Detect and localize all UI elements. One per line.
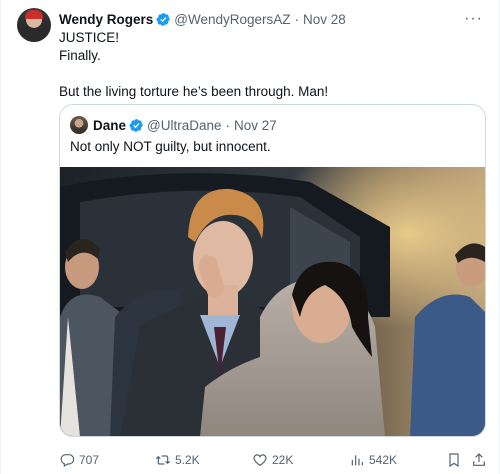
more-options-button[interactable]: ··· bbox=[464, 10, 483, 28]
tweet-header: Wendy Rogers @WendyRogersAZ · Nov 28 ··· bbox=[59, 9, 483, 29]
author-avatar[interactable] bbox=[17, 8, 51, 42]
quoted-author-avatar[interactable] bbox=[70, 116, 88, 134]
reply-button[interactable]: 707 bbox=[59, 452, 99, 468]
verified-badge-icon bbox=[129, 118, 144, 133]
action-bar: 707 5.2K 22K 542K bbox=[59, 450, 487, 470]
like-count: 22K bbox=[272, 453, 294, 467]
avatar-hat bbox=[25, 10, 43, 19]
quoted-tweet-date[interactable]: Nov 27 bbox=[234, 118, 277, 133]
quoted-author-handle[interactable]: @UltraDane bbox=[147, 118, 221, 133]
like-button[interactable]: 22K bbox=[252, 452, 293, 468]
tweet-line: Finally. bbox=[59, 48, 101, 63]
bookmark-button[interactable] bbox=[446, 452, 462, 468]
reply-icon bbox=[60, 454, 75, 468]
tweet-card[interactable]: Wendy Rogers @WendyRogersAZ · Nov 28 ···… bbox=[0, 0, 500, 474]
tweet-date[interactable]: Nov 28 bbox=[303, 12, 346, 27]
quoted-author-name[interactable]: Dane bbox=[93, 118, 126, 133]
author-handle[interactable]: @WendyRogersAZ bbox=[174, 12, 290, 27]
share-button[interactable] bbox=[471, 452, 487, 468]
quoted-tweet-photo[interactable] bbox=[60, 167, 485, 436]
views-count: 542K bbox=[369, 453, 398, 467]
retweet-button[interactable]: 5.2K bbox=[155, 452, 200, 468]
retweet-icon bbox=[155, 455, 171, 465]
author-name[interactable]: Wendy Rogers bbox=[59, 12, 153, 27]
views-bar-chart-icon bbox=[351, 455, 363, 466]
verified-badge-icon bbox=[156, 12, 171, 27]
tweet-line: JUSTICE! bbox=[59, 30, 120, 45]
quoted-header-separator: · bbox=[225, 117, 231, 133]
quoted-tweet-text: Not only NOT guilty, but innocent. bbox=[70, 139, 271, 154]
reply-count: 707 bbox=[79, 453, 100, 467]
views-button[interactable]: 542K bbox=[349, 452, 397, 468]
header-separator: · bbox=[294, 11, 300, 27]
quoted-tweet[interactable]: Dane @UltraDane · Nov 27 Not only NOT gu… bbox=[59, 104, 486, 437]
bookmark-icon bbox=[449, 453, 459, 468]
tweet-text: JUSTICE! Finally. But the living torture… bbox=[59, 29, 483, 101]
heart-icon bbox=[253, 454, 267, 467]
tweet-line: But the living torture he’s been through… bbox=[59, 84, 329, 99]
quoted-tweet-header: Dane @UltraDane · Nov 27 bbox=[70, 115, 277, 135]
retweet-count: 5.2K bbox=[175, 453, 200, 467]
share-icon bbox=[473, 453, 485, 466]
